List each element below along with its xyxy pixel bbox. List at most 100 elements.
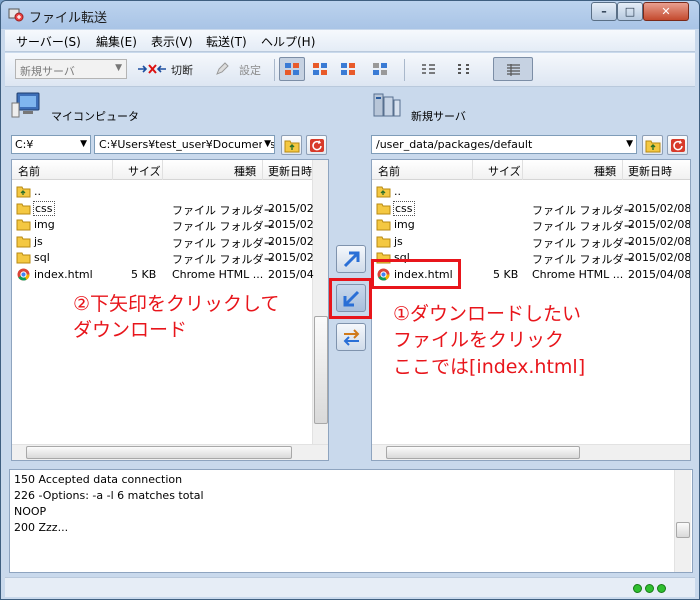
icon-view-icon (458, 64, 469, 74)
scroll-thumb[interactable] (386, 446, 580, 459)
drive-select[interactable]: C:¥ ▼ (11, 135, 91, 154)
file-row[interactable]: css ファイル フォルダー 2015/02 (12, 200, 328, 217)
menu-help[interactable]: ヘルプ(H) (258, 33, 318, 50)
file-date: 2015/04/08 (628, 268, 691, 281)
window-title: ファイル転送 (29, 11, 108, 26)
column-header-name[interactable]: 名前 (18, 163, 40, 179)
menu-server[interactable]: サーバー(S) (13, 33, 84, 50)
file-row[interactable]: img ファイル フォルダー 2015/02/08 (372, 217, 690, 233)
local-path-input[interactable]: C:¥Users¥test_user¥Documents ▼ (94, 135, 275, 154)
file-type: ファイル フォルダー (532, 203, 635, 217)
remote-up-folder-button[interactable] (642, 135, 663, 155)
view-icons-button[interactable] (451, 57, 477, 81)
local-horizontal-scrollbar[interactable] (12, 444, 328, 460)
app-icon (8, 8, 24, 22)
menu-bar: サーバー(S) 編集(E) 表示(V) 転送(T) ヘルプ(H) (5, 30, 695, 52)
close-button[interactable]: ✕ (643, 2, 689, 21)
file-row[interactable]: .. (12, 184, 328, 200)
column-header-size[interactable]: サイズ (488, 163, 521, 179)
chevron-down-icon: ▼ (115, 63, 122, 73)
remote-horizontal-scrollbar[interactable] (372, 444, 690, 460)
scroll-thumb[interactable] (314, 316, 328, 424)
local-refresh-button[interactable] (306, 135, 327, 155)
file-name: sql (34, 251, 50, 265)
column-header-type[interactable]: 種類 (594, 163, 616, 179)
column-divider (162, 160, 163, 180)
arrow-up-right-icon (343, 251, 360, 268)
annotation-step1-line2: ファイルをクリック (393, 329, 565, 351)
details-view-icon (507, 64, 520, 76)
annotation-step1-line1: ①ダウンロードしたい (393, 303, 582, 325)
file-type: ファイル フォルダー (172, 203, 275, 217)
folder-icon (16, 251, 31, 264)
file-row[interactable]: js ファイル フォルダー 2015/02/08 (372, 234, 690, 250)
scroll-thumb[interactable] (26, 446, 292, 459)
folder-icon (376, 202, 391, 215)
scroll-thumb[interactable] (676, 522, 690, 538)
column-header-date[interactable]: 更新日時 (628, 163, 672, 179)
sort-name-asc-button[interactable] (279, 57, 305, 81)
upload-button[interactable] (336, 245, 366, 273)
refresh-icon (310, 139, 324, 152)
remote-path-input[interactable]: /user_data/packages/default ▼ (371, 135, 637, 154)
file-row[interactable]: js ファイル フォルダー 2015/02 (12, 234, 328, 250)
maximize-button[interactable]: □ (617, 2, 643, 21)
my-computer-icon (11, 92, 40, 118)
view-details-button[interactable] (493, 57, 533, 81)
sync-button[interactable] (336, 323, 366, 351)
column-header-size[interactable]: サイズ (128, 163, 161, 179)
sort-size-button[interactable] (307, 57, 333, 81)
file-name: index.html (34, 268, 93, 281)
sort-date-button[interactable] (335, 57, 361, 81)
log-line: 200 Zzz... (14, 521, 69, 534)
file-row[interactable]: .. (372, 184, 690, 200)
file-type: ファイル フォルダー (532, 220, 635, 234)
folder-icon (16, 235, 31, 248)
chevron-down-icon: ▼ (80, 139, 87, 149)
file-row[interactable]: img ファイル フォルダー 2015/02 (12, 217, 328, 233)
server-select[interactable]: 新規サーバ ▼ (15, 59, 127, 79)
file-name: img (34, 218, 55, 232)
file-date: 2015/02 (268, 218, 314, 232)
drive-select-value: C:¥ (15, 138, 34, 151)
settings-button[interactable]: 設定 (239, 62, 261, 78)
file-date: 2015/02/08 (628, 234, 691, 248)
up-folder-icon (376, 185, 391, 198)
local-path-value: C:¥Users¥test_user¥Documents (99, 138, 275, 151)
sort-type-icon (373, 63, 387, 75)
folder-icon (16, 202, 31, 215)
column-header-date[interactable]: 更新日時 (268, 163, 312, 179)
pencil-icon (216, 62, 229, 75)
local-list-header: 名前 サイズ 種類 更新日時 (12, 160, 328, 180)
view-list-button[interactable] (415, 57, 441, 81)
menu-transfer[interactable]: 転送(T) (203, 33, 250, 50)
log-line: 226 -Options: -a -l 6 matches total (14, 489, 204, 502)
menu-view[interactable]: 表示(V) (148, 33, 196, 50)
menu-edit[interactable]: 編集(E) (93, 33, 140, 50)
file-type: ファイル フォルダー (172, 253, 275, 267)
up-folder-icon (284, 140, 300, 153)
disconnect-button[interactable]: 切断 (171, 62, 193, 78)
server-select-value: 新規サーバ (20, 65, 75, 78)
remote-refresh-button[interactable] (667, 135, 688, 155)
column-header-type[interactable]: 種類 (234, 163, 256, 179)
sort-name-icon (285, 63, 299, 75)
sort-type-button[interactable] (367, 57, 393, 81)
file-row[interactable]: index.html 5 KB Chrome HTML ... 2015/04 (12, 267, 328, 283)
minimize-button[interactable]: – (591, 2, 617, 21)
column-header-name[interactable]: 名前 (378, 163, 400, 179)
column-divider (262, 160, 263, 180)
column-divider (622, 160, 623, 180)
file-row[interactable]: sql ファイル フォルダー 2015/02 (12, 250, 328, 266)
file-type: Chrome HTML ... (172, 268, 264, 281)
up-folder-icon (16, 185, 31, 198)
maximize-icon: □ (624, 5, 636, 18)
log-vertical-scrollbar[interactable] (674, 470, 691, 572)
file-row[interactable]: css ファイル フォルダー 2015/02/08 (372, 200, 690, 217)
file-name: img (394, 218, 415, 232)
transfer-log[interactable]: 150 Accepted data connection 226 -Options… (9, 469, 693, 573)
column-divider (112, 160, 113, 180)
chrome-file-icon (16, 268, 31, 281)
local-up-folder-button[interactable] (281, 135, 302, 155)
folder-icon (16, 218, 31, 231)
